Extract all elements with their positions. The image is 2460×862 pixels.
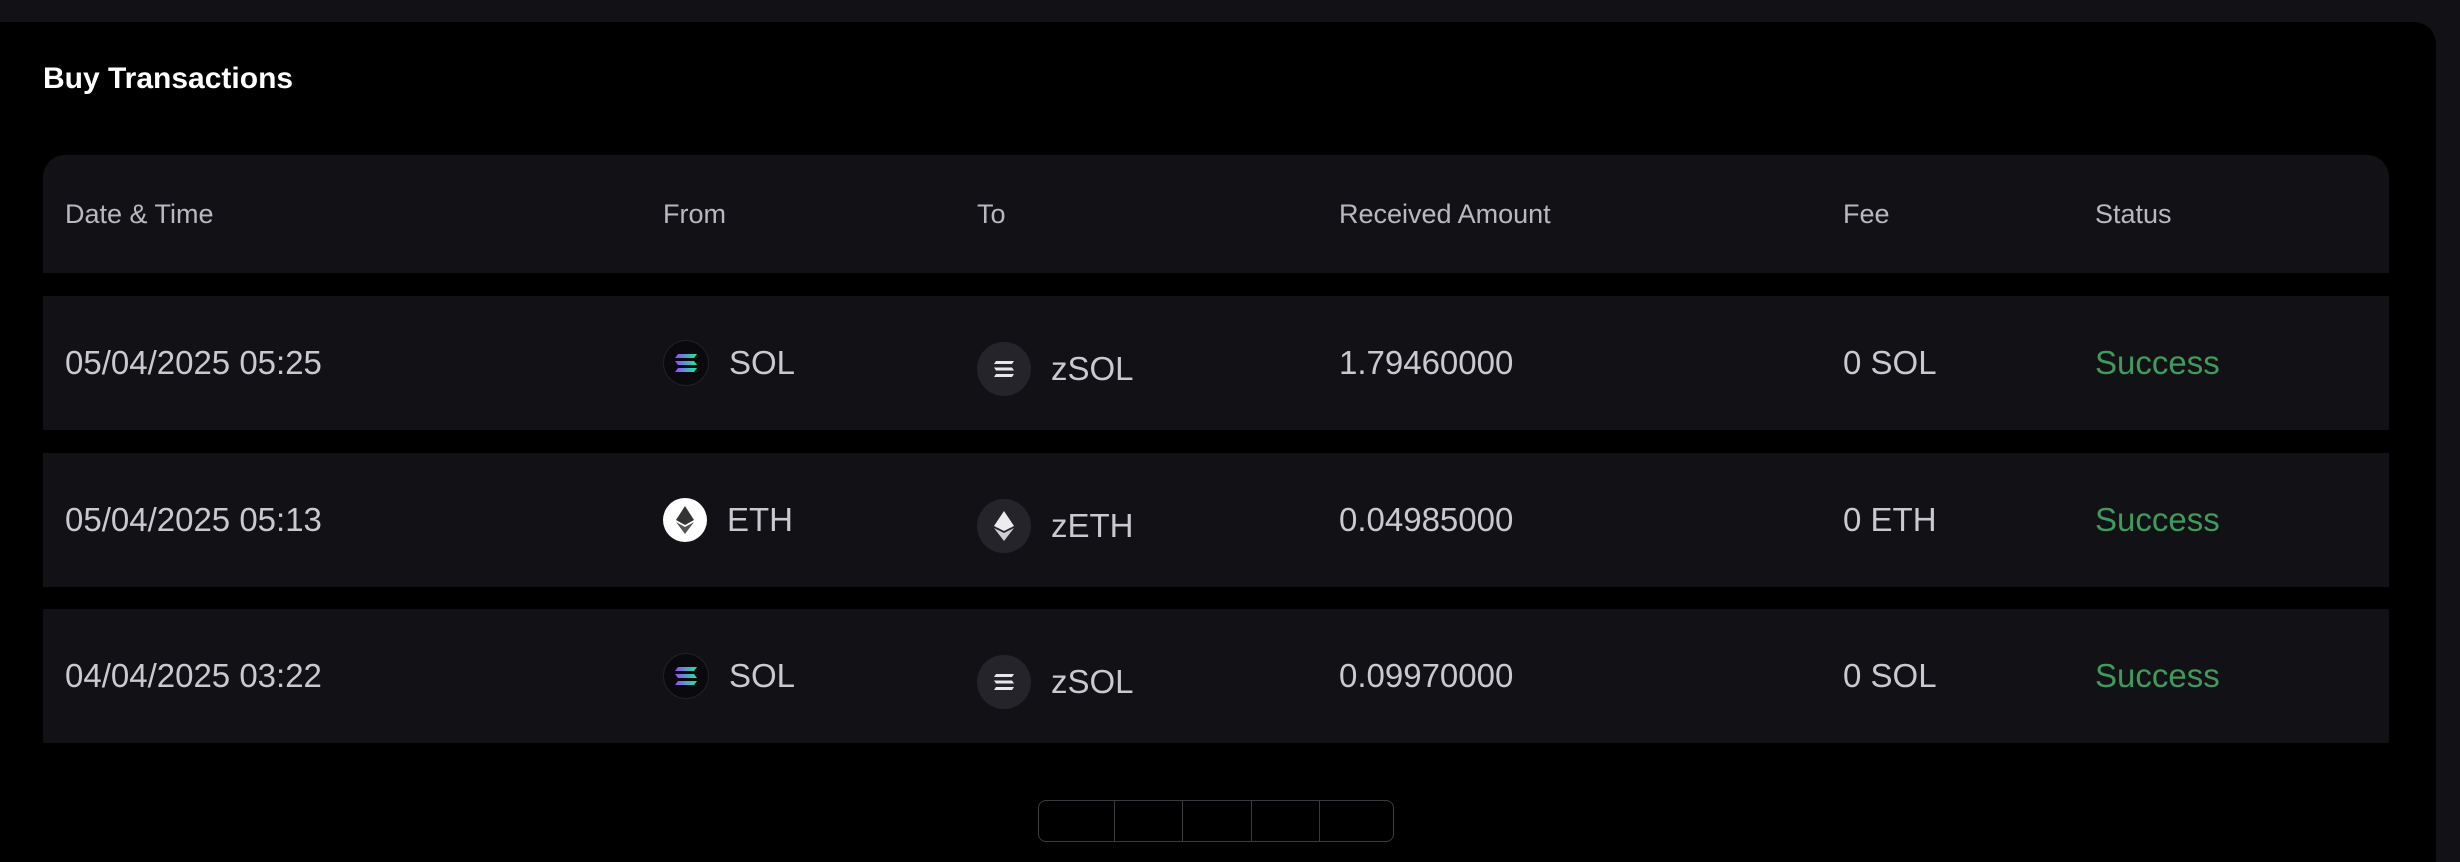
date-cell: 05/04/2025 05:13: [65, 501, 322, 538]
from-symbol: ETH: [727, 501, 793, 538]
ethereum-icon: [663, 498, 707, 542]
section-title: Buy Transactions: [43, 62, 294, 95]
status-badge: Success: [2095, 657, 2220, 694]
pagination-prev-button[interactable]: [1039, 801, 1116, 841]
column-header-date[interactable]: Date & Time: [65, 155, 214, 273]
pagination: [1038, 800, 1394, 842]
status-badge: Success: [2095, 344, 2220, 381]
to-symbol: zSOL: [1051, 350, 1134, 387]
column-header-to[interactable]: To: [977, 155, 1006, 273]
column-header-fee[interactable]: Fee: [1843, 155, 1890, 273]
zsol-icon: [977, 655, 1031, 709]
table-row[interactable]: 05/04/2025 05:13 ETH zETH 0.04985000 0 E…: [43, 453, 2389, 587]
to-symbol: zETH: [1051, 507, 1134, 544]
received-amount-cell: 0.04985000: [1339, 501, 1514, 538]
fee-cell: 0 ETH: [1843, 501, 1937, 538]
from-cell: SOL: [663, 296, 795, 430]
column-header-received[interactable]: Received Amount: [1339, 155, 1551, 273]
to-cell: zSOL: [977, 302, 1134, 436]
from-cell: SOL: [663, 609, 795, 743]
received-amount-cell: 0.09970000: [1339, 657, 1514, 694]
pagination-page-button[interactable]: [1115, 801, 1184, 841]
status-badge: Success: [2095, 501, 2220, 538]
pagination-page-button[interactable]: [1252, 801, 1320, 841]
from-symbol: SOL: [729, 344, 796, 381]
to-symbol: zSOL: [1051, 663, 1134, 700]
column-header-from[interactable]: From: [663, 155, 726, 273]
fee-cell: 0 SOL: [1843, 344, 1937, 381]
column-header-status[interactable]: Status: [2095, 155, 2172, 273]
solana-icon: [663, 653, 709, 699]
to-cell: zETH: [977, 459, 1134, 593]
table-row[interactable]: 05/04/2025 05:25 SOL zSOL 1.79460000 0 S…: [43, 296, 2389, 430]
pagination-next-button[interactable]: [1320, 801, 1393, 841]
received-amount-cell: 1.79460000: [1339, 344, 1514, 381]
fee-cell: 0 SOL: [1843, 657, 1937, 694]
table-row[interactable]: 04/04/2025 03:22 SOL zSOL 0.09970000 0 S…: [43, 609, 2389, 743]
pagination-page-button[interactable]: [1183, 801, 1252, 841]
date-cell: 05/04/2025 05:25: [65, 344, 322, 381]
zeth-icon: [977, 499, 1031, 553]
date-cell: 04/04/2025 03:22: [65, 657, 322, 694]
zsol-icon: [977, 342, 1031, 396]
to-cell: zSOL: [977, 615, 1134, 749]
solana-icon: [663, 340, 709, 386]
from-symbol: SOL: [729, 657, 796, 694]
table-header: Date & Time From To Received Amount Fee …: [43, 155, 2389, 273]
from-cell: ETH: [663, 453, 793, 587]
